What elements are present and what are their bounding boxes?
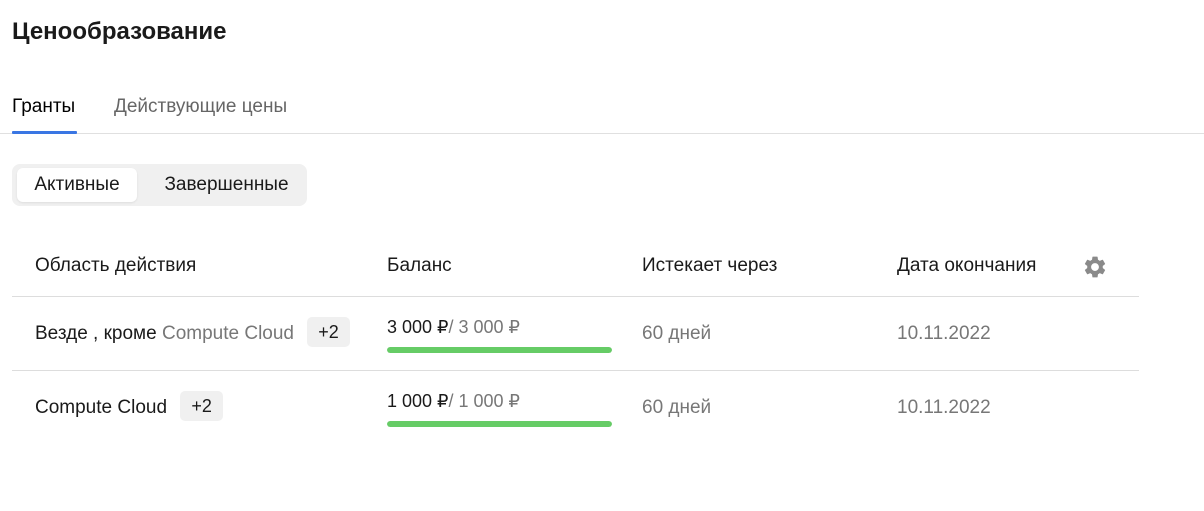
scope-cell: Везде , кроме Compute Cloud +2 bbox=[35, 297, 350, 370]
balance-cell: 3 000 ₽/ 3 000 ₽ bbox=[387, 316, 612, 353]
balance-value: 3 000 ₽/ 3 000 ₽ bbox=[387, 316, 612, 338]
balance-progress-bar bbox=[387, 421, 612, 427]
table-header: Область действия Баланс Истекает через Д… bbox=[12, 236, 1139, 297]
column-header-end-date[interactable]: Дата окончания bbox=[897, 236, 1036, 296]
tab-grants[interactable]: Гранты bbox=[12, 88, 77, 134]
status-filter: Активные Завершенные bbox=[12, 164, 307, 206]
scope-text: Везде , кроме bbox=[35, 323, 157, 344]
balance-cell: 1 000 ₽/ 1 000 ₽ bbox=[387, 390, 612, 427]
end-date-cell: 10.11.2022 bbox=[897, 397, 991, 418]
table-row[interactable]: Везде , кроме Compute Cloud +2 3 000 ₽/ … bbox=[12, 297, 1139, 371]
balance-current: 3 000 ₽ bbox=[387, 317, 449, 337]
column-header-balance[interactable]: Баланс bbox=[387, 236, 452, 296]
expires-in-cell: 60 дней bbox=[642, 323, 712, 344]
balance-total: / 3 000 ₽ bbox=[448, 317, 521, 337]
scope-service-link[interactable]: Compute Cloud bbox=[162, 323, 294, 344]
column-header-scope[interactable]: Область действия bbox=[35, 236, 196, 296]
gear-icon[interactable] bbox=[1082, 254, 1108, 280]
more-services-chip[interactable]: +2 bbox=[180, 390, 223, 421]
scope-cell: Compute Cloud +2 bbox=[35, 371, 223, 444]
balance-progress-bar bbox=[387, 347, 612, 353]
scope-text: Compute Cloud bbox=[35, 397, 168, 418]
balance-progress-fill bbox=[387, 347, 612, 353]
end-date-cell: 10.11.2022 bbox=[897, 323, 991, 344]
filter-completed-button[interactable]: Завершенные bbox=[149, 168, 304, 202]
page-title: Ценообразование bbox=[12, 18, 227, 45]
balance-current: 1 000 ₽ bbox=[387, 391, 449, 411]
tab-bar: Гранты Действующие цены bbox=[0, 88, 1204, 134]
column-header-expires-in[interactable]: Истекает через bbox=[642, 236, 777, 296]
balance-progress-fill bbox=[387, 421, 612, 427]
balance-value: 1 000 ₽/ 1 000 ₽ bbox=[387, 390, 612, 412]
grants-table: Область действия Баланс Истекает через Д… bbox=[12, 236, 1139, 445]
balance-total: / 1 000 ₽ bbox=[448, 391, 521, 411]
expires-in-cell: 60 дней bbox=[642, 397, 712, 418]
more-services-chip[interactable]: +2 bbox=[307, 316, 350, 347]
table-row[interactable]: Compute Cloud +2 1 000 ₽/ 1 000 ₽ 60 дне… bbox=[12, 371, 1139, 445]
tab-current-prices[interactable]: Действующие цены bbox=[114, 88, 287, 133]
filter-active-button[interactable]: Активные bbox=[17, 168, 137, 202]
